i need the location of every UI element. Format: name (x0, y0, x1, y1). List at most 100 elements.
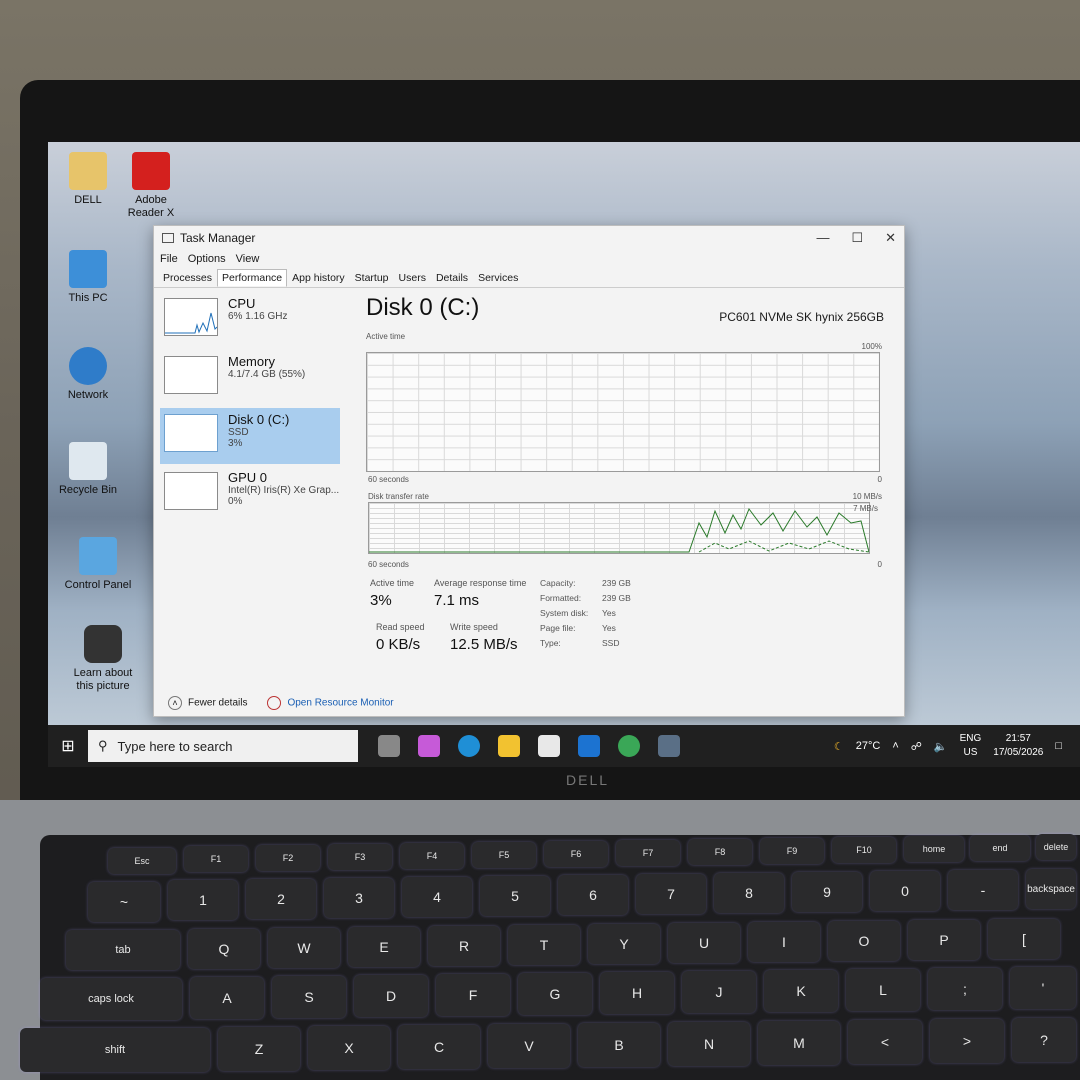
desktop-icon-dell[interactable]: DELL (53, 152, 123, 207)
key-3[interactable]: 3 (324, 878, 394, 918)
key-slash[interactable]: ? (1012, 1018, 1076, 1062)
desktop-icon-recycle-bin[interactable]: Recycle Bin (53, 442, 123, 497)
key-esc[interactable]: Esc (108, 848, 176, 874)
key-comma[interactable]: < (848, 1020, 922, 1064)
key-f9[interactable]: F9 (760, 838, 824, 864)
desktop-icon-learn-picture[interactable]: Learn about this picture (68, 625, 138, 693)
volume-icon[interactable]: 🔈 (934, 740, 948, 753)
mail-icon[interactable] (578, 735, 600, 757)
key-f8[interactable]: F8 (688, 839, 752, 865)
key-f2[interactable]: F2 (256, 845, 320, 871)
menu-view[interactable]: View (236, 253, 260, 265)
key-7[interactable]: 7 (636, 874, 706, 914)
task-view-icon[interactable] (378, 735, 400, 757)
key-bracket-left[interactable]: [ (988, 919, 1060, 959)
microsoft-store-icon[interactable] (538, 735, 560, 757)
key-e[interactable]: E (348, 927, 420, 967)
file-explorer-icon[interactable] (498, 735, 520, 757)
key-f10[interactable]: F10 (832, 837, 896, 863)
tab-performance[interactable]: Performance (217, 269, 288, 287)
resource-gpu-0[interactable]: GPU 0 Intel(R) Iris(R) Xe Grap... 0% (160, 466, 340, 522)
key-f1[interactable]: F1 (184, 846, 248, 872)
key-tilde[interactable]: ~ (88, 882, 160, 922)
key-g[interactable]: G (518, 973, 592, 1015)
key-f7[interactable]: F7 (616, 840, 680, 866)
chrome-icon[interactable] (618, 735, 640, 757)
key-6[interactable]: 6 (558, 875, 628, 915)
desktop-icon-network[interactable]: Network (53, 347, 123, 402)
key-caps-lock[interactable]: caps lock (40, 978, 182, 1020)
desktop-icon-adobe-reader[interactable]: Adobe Reader X (116, 152, 186, 220)
key-4[interactable]: 4 (402, 877, 472, 917)
key-backspace[interactable]: backspace (1026, 869, 1076, 909)
key-f3[interactable]: F3 (328, 844, 392, 870)
key-w[interactable]: W (268, 928, 340, 968)
desktop-icon-control-panel[interactable]: Control Panel (63, 537, 133, 592)
key-f4[interactable]: F4 (400, 843, 464, 869)
resource-cpu[interactable]: CPU 6% 1.16 GHz (160, 292, 340, 348)
key-b[interactable]: B (578, 1023, 660, 1067)
key-0[interactable]: 0 (870, 871, 940, 911)
task-manager-taskbar-icon[interactable] (658, 735, 680, 757)
key-delete[interactable]: delete (1036, 834, 1076, 860)
key-p[interactable]: P (908, 920, 980, 960)
key-t[interactable]: T (508, 925, 580, 965)
key-y[interactable]: Y (588, 924, 660, 964)
key-i[interactable]: I (748, 922, 820, 962)
clock[interactable]: 21:57 17/05/2026 (993, 732, 1043, 760)
resource-disk-0[interactable]: Disk 0 (C:) SSD 3% (160, 408, 340, 464)
key-x[interactable]: X (308, 1026, 390, 1070)
title-bar[interactable]: Task Manager (154, 226, 904, 250)
key-f[interactable]: F (436, 974, 510, 1016)
key-l[interactable]: L (846, 969, 920, 1011)
key-m[interactable]: M (758, 1021, 840, 1065)
taskbar-search-box[interactable]: ⚲ Type here to search (88, 730, 358, 762)
key-8[interactable]: 8 (714, 873, 784, 913)
key-period[interactable]: > (930, 1019, 1004, 1063)
tab-app-history[interactable]: App history (287, 269, 350, 287)
key-z[interactable]: Z (218, 1027, 300, 1071)
tab-details[interactable]: Details (431, 269, 473, 287)
key-u[interactable]: U (668, 923, 740, 963)
weather-temp[interactable]: 27°C (856, 740, 881, 752)
resource-memory[interactable]: Memory 4.1/7.4 GB (55%) (160, 350, 340, 406)
chevron-up-icon[interactable]: ˄ (892, 740, 898, 752)
key-k[interactable]: K (764, 970, 838, 1012)
key-f6[interactable]: F6 (544, 841, 608, 867)
menu-file[interactable]: File (160, 253, 178, 265)
key-tab[interactable]: tab (66, 930, 180, 970)
wifi-icon[interactable]: ☍ (911, 740, 922, 753)
key-f5[interactable]: F5 (472, 842, 536, 868)
key-s[interactable]: S (272, 976, 346, 1018)
key-1[interactable]: 1 (168, 880, 238, 920)
key-o[interactable]: O (828, 921, 900, 961)
minimize-icon[interactable]: — (816, 230, 829, 246)
tab-services[interactable]: Services (473, 269, 523, 287)
weather-moon-icon[interactable]: ☾ (834, 740, 844, 753)
key-c[interactable]: C (398, 1025, 480, 1069)
key-n[interactable]: N (668, 1022, 750, 1066)
key-v[interactable]: V (488, 1024, 570, 1068)
desktop-icon-this-pc[interactable]: This PC (53, 250, 123, 305)
key-5[interactable]: 5 (480, 876, 550, 916)
key-9[interactable]: 9 (792, 872, 862, 912)
maximize-icon[interactable]: ☐ (851, 230, 863, 246)
key-home[interactable]: home (904, 836, 964, 862)
key-end[interactable]: end (970, 835, 1030, 861)
menu-options[interactable]: Options (188, 253, 226, 265)
fewer-details-button[interactable]: ˄ Fewer details (168, 696, 247, 710)
key-shift[interactable]: shift (20, 1028, 210, 1072)
notification-icon[interactable]: □ (1055, 740, 1062, 752)
key-minus[interactable]: - (948, 870, 1018, 910)
tab-users[interactable]: Users (394, 269, 431, 287)
key-j[interactable]: J (682, 971, 756, 1013)
key-h[interactable]: H (600, 972, 674, 1014)
key-q[interactable]: Q (188, 929, 260, 969)
close-icon[interactable]: ✕ (885, 230, 896, 246)
open-resource-monitor-link[interactable]: Open Resource Monitor (267, 696, 394, 710)
key-2[interactable]: 2 (246, 879, 316, 919)
tab-startup[interactable]: Startup (350, 269, 394, 287)
language-indicator[interactable]: ENG US (960, 732, 982, 760)
edge-icon[interactable] (458, 735, 480, 757)
key-a[interactable]: A (190, 977, 264, 1019)
